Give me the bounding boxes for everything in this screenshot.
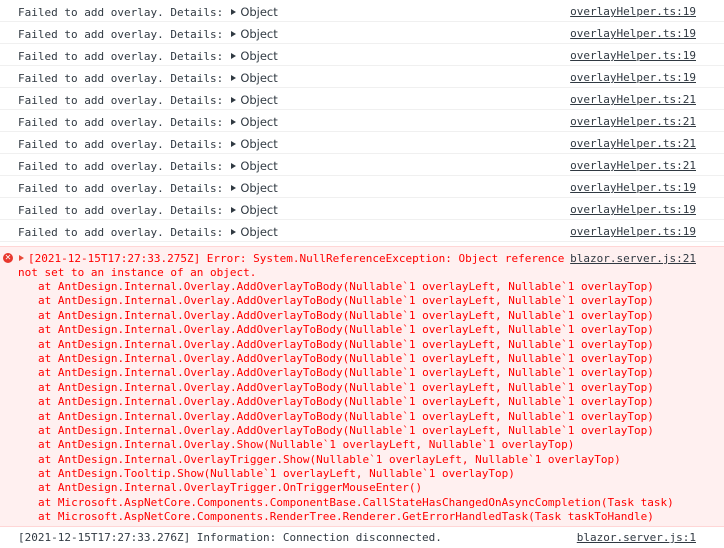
log-row: Failed to add overlay. Details: Object ove…: [0, 154, 724, 176]
stack-frame: at AntDesign.Internal.Overlay.AddOverlay…: [38, 294, 654, 308]
object-preview[interactable]: Object: [240, 49, 277, 63]
info-source-link[interactable]: blazor.server.js:1: [577, 531, 696, 544]
stack-frame: at AntDesign.Internal.Overlay.AddOverlay…: [38, 280, 654, 293]
object-preview[interactable]: Object: [240, 71, 277, 85]
source-link[interactable]: overlayHelper.ts:19: [570, 71, 696, 84]
error-source-link[interactable]: blazor.server.js:21: [570, 252, 696, 265]
error-message: ✕ [2021-12-15T17:27:33.275Z] Error: Syst…: [0, 246, 724, 527]
stack-frame: at AntDesign.Internal.Overlay.AddOverlay…: [38, 323, 654, 337]
log-message: Failed to add overlay. Details: Object: [18, 71, 278, 85]
error-x-icon: ✕: [3, 253, 13, 263]
log-row: Failed to add overlay. Details: Object ove…: [0, 132, 724, 154]
expand-triangle-icon[interactable]: [231, 9, 237, 15]
log-text: Failed to add overlay. Details:: [18, 28, 224, 41]
object-preview[interactable]: Object: [240, 181, 277, 195]
stack-frame: at AntDesign.Internal.OverlayTrigger.OnT…: [38, 481, 423, 495]
log-message: Failed to add overlay. Details: Object: [18, 93, 278, 107]
log-message: Failed to add overlay. Details: Object: [18, 159, 278, 173]
expand-triangle-icon[interactable]: [231, 185, 237, 191]
object-preview[interactable]: Object: [240, 225, 277, 239]
log-row: Failed to add overlay. Details: Object ove…: [0, 66, 724, 88]
stack-frame: at AntDesign.Internal.Overlay.AddOverlay…: [38, 380, 654, 394]
stack-frame: at AntDesign.Internal.Overlay.AddOverlay…: [38, 308, 654, 322]
log-text: Failed to add overlay. Details:: [18, 182, 224, 195]
source-link[interactable]: overlayHelper.ts:19: [570, 27, 696, 40]
log-text: Failed to add overlay. Details:: [18, 6, 224, 19]
object-preview[interactable]: Object: [240, 115, 277, 129]
console-log-list: Failed to add overlay. Details: Object ove…: [0, 0, 724, 242]
log-row: Failed to add overlay. Details: Object ove…: [0, 220, 724, 242]
log-message: Failed to add overlay. Details: Object: [18, 137, 278, 151]
log-row: Failed to add overlay. Details: Object ove…: [0, 22, 724, 44]
expand-triangle-icon[interactable]: [231, 229, 237, 235]
log-text: Failed to add overlay. Details:: [18, 50, 224, 63]
error-header-continuation: not set to an instance of an object.: [18, 266, 257, 279]
log-row: Failed to add overlay. Details: Object ove…: [0, 110, 724, 132]
source-link[interactable]: overlayHelper.ts:19: [570, 49, 696, 62]
object-preview[interactable]: Object: [240, 93, 277, 107]
stack-trace: at AntDesign.Internal.Overlay.AddOverlay…: [38, 280, 674, 525]
source-link[interactable]: overlayHelper.ts:19: [570, 5, 696, 18]
log-message: Failed to add overlay. Details: Object: [18, 181, 278, 195]
stack-frame: at AntDesign.Internal.Overlay.AddOverlay…: [38, 337, 654, 351]
stack-frame: at AntDesign.Internal.Overlay.Show(Nulla…: [38, 438, 575, 452]
source-link[interactable]: overlayHelper.ts:19: [570, 225, 696, 238]
stack-frame: at AntDesign.Internal.Overlay.AddOverlay…: [38, 423, 654, 437]
log-message: Failed to add overlay. Details: Object: [18, 5, 278, 19]
stack-frame: at AntDesign.Tooltip.Show(Nullable`1 ove…: [38, 467, 515, 481]
source-link[interactable]: overlayHelper.ts:21: [570, 115, 696, 128]
log-text: Failed to add overlay. Details:: [18, 160, 224, 173]
expand-triangle-icon[interactable]: [231, 31, 237, 37]
log-text: Failed to add overlay. Details:: [18, 94, 224, 107]
log-message: Failed to add overlay. Details: Object: [18, 49, 278, 63]
object-preview[interactable]: Object: [240, 27, 277, 41]
expand-triangle-icon[interactable]: [231, 119, 237, 125]
log-text: Failed to add overlay. Details:: [18, 226, 224, 239]
expand-triangle-icon[interactable]: [231, 97, 237, 103]
log-row: Failed to add overlay. Details: Object ove…: [0, 176, 724, 198]
stack-frame: at AntDesign.Internal.Overlay.AddOverlay…: [38, 395, 654, 409]
stack-frame: at AntDesign.Internal.Overlay.AddOverlay…: [38, 409, 654, 423]
log-message: Failed to add overlay. Details: Object: [18, 225, 278, 239]
source-link[interactable]: overlayHelper.ts:21: [570, 137, 696, 150]
expand-triangle-icon[interactable]: [231, 141, 237, 147]
log-row: Failed to add overlay. Details: Object ove…: [0, 198, 724, 220]
stack-frame: at Microsoft.AspNetCore.Components.Rende…: [38, 510, 654, 524]
expand-triangle-icon[interactable]: [231, 207, 237, 213]
stack-frame: at AntDesign.Internal.OverlayTrigger.Sho…: [38, 452, 621, 466]
object-preview[interactable]: Object: [240, 137, 277, 151]
log-text: Failed to add overlay. Details:: [18, 72, 224, 85]
info-text: [2021-12-15T17:27:33.276Z] Information: …: [18, 531, 442, 544]
expand-triangle-icon[interactable]: [231, 75, 237, 81]
log-text: Failed to add overlay. Details:: [18, 116, 224, 129]
source-link[interactable]: overlayHelper.ts:19: [570, 181, 696, 194]
object-preview[interactable]: Object: [240, 5, 277, 19]
source-link[interactable]: overlayHelper.ts:21: [570, 93, 696, 106]
expand-triangle-icon[interactable]: [231, 53, 237, 59]
log-message: Failed to add overlay. Details: Object: [18, 203, 278, 217]
stack-frame: at AntDesign.Internal.Overlay.AddOverlay…: [38, 351, 654, 365]
info-message: [2021-12-15T17:27:33.276Z] Information: …: [0, 527, 724, 548]
log-row: Failed to add overlay. Details: Object ove…: [0, 44, 724, 66]
log-row: Failed to add overlay. Details: Object ove…: [0, 0, 724, 22]
object-preview[interactable]: Object: [240, 203, 277, 217]
object-preview[interactable]: Object: [240, 159, 277, 173]
error-header: [2021-12-15T17:27:33.275Z] Error: System…: [28, 252, 565, 265]
log-row: Failed to add overlay. Details: Object ove…: [0, 88, 724, 110]
log-message: Failed to add overlay. Details: Object: [18, 27, 278, 41]
log-text: Failed to add overlay. Details:: [18, 138, 224, 151]
source-link[interactable]: overlayHelper.ts:19: [570, 203, 696, 216]
expand-triangle-icon[interactable]: [231, 163, 237, 169]
expand-triangle-icon[interactable]: [19, 255, 24, 261]
stack-frame: at AntDesign.Internal.Overlay.AddOverlay…: [38, 366, 654, 380]
log-text: Failed to add overlay. Details:: [18, 204, 224, 217]
log-message: Failed to add overlay. Details: Object: [18, 115, 278, 129]
stack-frame: at Microsoft.AspNetCore.Components.Compo…: [38, 495, 674, 509]
source-link[interactable]: overlayHelper.ts:21: [570, 159, 696, 172]
